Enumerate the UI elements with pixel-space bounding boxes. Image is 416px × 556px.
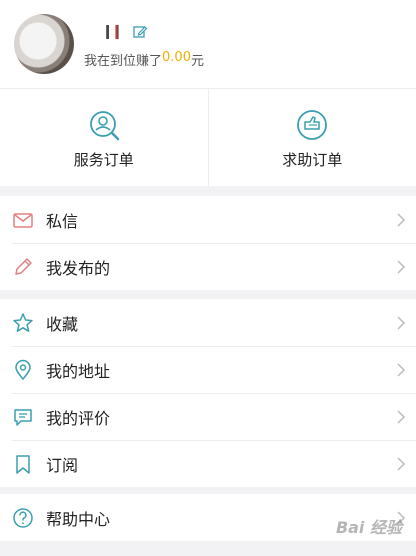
profile-header[interactable]: 我在到位赚了 0.00 元 xyxy=(0,0,416,88)
help-orders-label: 求助订单 xyxy=(282,151,343,169)
avatar[interactable] xyxy=(14,14,74,74)
mail-icon xyxy=(13,212,33,228)
earnings-suffix: 元 xyxy=(190,54,204,69)
menu-group-personal: 收藏 我的地址 我的评价 订阅 xyxy=(0,299,416,487)
menu-item-my-posts[interactable]: 我发布的 xyxy=(0,243,416,290)
star-icon xyxy=(13,312,33,332)
chevron-right-icon xyxy=(397,212,406,227)
pencil-icon xyxy=(15,257,32,275)
chevron-right-icon xyxy=(397,362,406,377)
menu-item-label: 私信 xyxy=(46,211,79,231)
chevron-right-icon xyxy=(397,315,406,330)
menu-item-subscriptions[interactable]: 订阅 xyxy=(0,440,416,487)
menu-item-private-message[interactable]: 私信 xyxy=(0,196,416,243)
comment-icon xyxy=(14,408,32,426)
username-redacted xyxy=(84,25,124,39)
edit-icon[interactable] xyxy=(132,24,148,40)
menu-item-my-reviews[interactable]: 我的评价 xyxy=(0,393,416,440)
chevron-right-icon xyxy=(397,456,406,471)
service-orders-button[interactable]: 服务订单 xyxy=(0,89,208,186)
service-orders-label: 服务订单 xyxy=(73,151,134,169)
search-person-icon xyxy=(89,111,119,141)
menu-item-label: 订阅 xyxy=(46,455,79,475)
location-pin-icon xyxy=(15,359,31,380)
earnings-prefix: 我在到位赚了 xyxy=(84,54,163,69)
watermark: Bai 经验 xyxy=(335,518,402,537)
help-icon xyxy=(13,507,33,528)
earnings-amount: 0.00 xyxy=(162,50,191,65)
menu-item-label: 我发布的 xyxy=(46,258,111,278)
help-orders-button[interactable]: 求助订单 xyxy=(207,89,416,186)
hand-help-icon xyxy=(297,110,328,140)
earnings-text: 我在到位赚了 0.00 元 xyxy=(84,50,204,69)
menu-item-my-address[interactable]: 我的地址 xyxy=(0,346,416,393)
bookmark-icon xyxy=(16,454,30,474)
chevron-right-icon xyxy=(397,259,406,274)
chevron-right-icon xyxy=(397,409,406,424)
menu-item-label: 我的评价 xyxy=(46,408,111,428)
menu-item-label: 收藏 xyxy=(46,314,79,334)
username-row xyxy=(84,22,148,42)
menu-item-favorites[interactable]: 收藏 xyxy=(0,299,416,346)
menu-item-label: 我的地址 xyxy=(46,361,111,381)
menu-group-messages: 私信 我发布的 xyxy=(0,196,416,290)
orders-section: 服务订单 求助订单 xyxy=(0,88,416,186)
